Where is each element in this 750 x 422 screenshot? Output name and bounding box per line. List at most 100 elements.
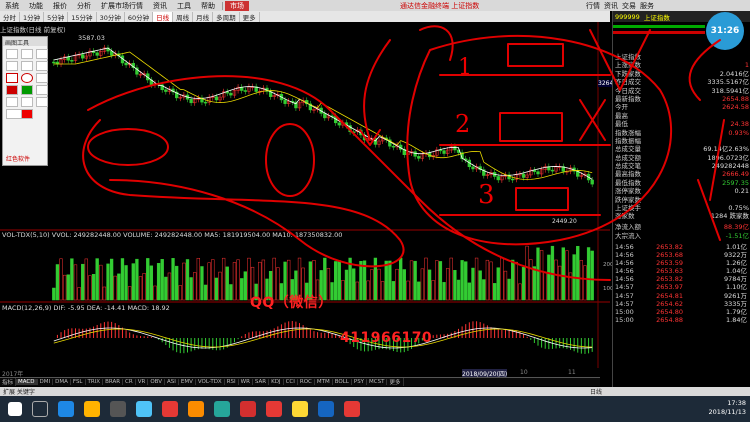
period-monthly[interactable]: 月线 xyxy=(193,11,214,22)
kline-chart[interactable] xyxy=(0,22,610,368)
photos-icon[interactable] xyxy=(136,401,152,417)
indicator-tab[interactable]: 更多 xyxy=(387,378,404,386)
color-swatch[interactable] xyxy=(21,109,33,119)
indicator-tab[interactable]: TRIX xyxy=(86,379,104,385)
parallel-tool[interactable] xyxy=(6,61,18,71)
volume-bar xyxy=(52,287,56,301)
hide-tool[interactable] xyxy=(36,97,48,107)
indicator-tab[interactable]: ASI xyxy=(165,379,179,385)
menu-item-news[interactable]: 资讯 xyxy=(148,1,172,11)
volume-bar xyxy=(417,281,421,301)
system-tray[interactable]: 17:38 2018/11/13 xyxy=(709,399,746,417)
fib-tool[interactable] xyxy=(36,85,48,95)
ellipse-tool[interactable] xyxy=(21,73,33,83)
period-5min[interactable]: 5分钟 xyxy=(44,11,69,22)
menu-item-function[interactable]: 功能 xyxy=(24,1,48,11)
indicator-tab[interactable]: DMA xyxy=(53,379,71,385)
menu-item-tools[interactable]: 工具 xyxy=(172,1,196,11)
folder-icon[interactable] xyxy=(84,401,100,417)
menu-item-quote[interactable]: 报价 xyxy=(48,1,72,11)
indicator-tab[interactable]: VR xyxy=(136,379,149,385)
indicator-tab[interactable]: CR xyxy=(123,379,136,385)
index-code: 999999 xyxy=(615,12,640,21)
trade-row: 14:56 2653.68 9322万 xyxy=(615,251,749,259)
app-red2-icon[interactable] xyxy=(344,401,360,417)
app-red-icon[interactable] xyxy=(162,401,178,417)
low-price-label: 2449.20 xyxy=(552,218,577,225)
indicator-tab[interactable]: RSI xyxy=(225,379,239,385)
volume-bar xyxy=(586,247,591,301)
rect-tool[interactable] xyxy=(6,73,18,83)
service-tab-link[interactable]: 服务 xyxy=(640,1,654,11)
period-weekly[interactable]: 周线 xyxy=(173,11,194,22)
indicator-tab[interactable]: DMI xyxy=(38,379,54,385)
stat-value: 0.93% xyxy=(728,128,749,137)
trade-tab-link[interactable]: 交易 xyxy=(622,1,636,11)
period-60min[interactable]: 60分钟 xyxy=(125,11,154,22)
menu-item-help[interactable]: 帮助 xyxy=(196,1,220,11)
period-15min[interactable]: 15分钟 xyxy=(68,11,97,22)
up-arrow-tool[interactable] xyxy=(6,85,18,95)
volume-bar xyxy=(55,264,60,301)
app-yellow-icon[interactable] xyxy=(292,401,308,417)
indicator-tab[interactable]: BRAR xyxy=(103,379,124,385)
menu-item-extended-market[interactable]: 扩展市场行情 xyxy=(96,1,148,11)
indicator-tab[interactable]: PSY xyxy=(352,379,368,385)
indicator-tab[interactable]: OBV xyxy=(148,379,166,385)
period-intraday[interactable]: 分时 xyxy=(0,11,20,22)
period-30min[interactable]: 30分钟 xyxy=(97,11,125,22)
down-arrow-tool[interactable] xyxy=(21,85,33,95)
stat-row: 最新指数 2654.88 xyxy=(615,95,749,103)
volume-bar xyxy=(164,276,168,301)
period-1min[interactable]: 1分钟 xyxy=(20,11,45,22)
quote-tab-link[interactable]: 行情 xyxy=(586,1,600,11)
indicator-tab[interactable]: KDJ xyxy=(269,379,284,385)
volume-bar xyxy=(91,274,96,301)
text-tool[interactable] xyxy=(36,73,48,83)
indicator-tab[interactable]: WR xyxy=(239,379,253,385)
start-icon[interactable] xyxy=(8,402,22,416)
period-daily[interactable]: 日线 xyxy=(153,11,174,22)
indicator-tab[interactable]: FSL xyxy=(71,379,86,385)
edge-icon[interactable] xyxy=(58,401,74,417)
app-orange-icon[interactable] xyxy=(188,401,204,417)
line-width-select[interactable] xyxy=(6,109,22,119)
task-view-icon[interactable] xyxy=(32,401,48,417)
candle-body xyxy=(453,146,457,151)
ray-tool[interactable] xyxy=(21,49,33,59)
pen-tool[interactable] xyxy=(36,61,48,71)
period-more[interactable]: 更多 xyxy=(240,11,260,22)
stat-label: 昨日成交 xyxy=(615,78,641,87)
indicator-tab[interactable]: SAR xyxy=(253,379,270,385)
trade-cell-p: 2654.81 xyxy=(656,291,683,300)
store-icon[interactable] xyxy=(110,401,126,417)
delete-tool[interactable] xyxy=(21,97,33,107)
app-teal-icon[interactable] xyxy=(214,401,230,417)
arrow-tool[interactable] xyxy=(21,61,33,71)
indicator-tab[interactable]: CCI xyxy=(284,379,298,385)
indicator-tab[interactable]: MTM xyxy=(315,379,333,385)
indicator-tab[interactable]: BOLL xyxy=(333,379,352,385)
indicator-tab[interactable]: EMV xyxy=(179,379,196,385)
segment-tool[interactable] xyxy=(36,49,48,59)
menu-item-analysis[interactable]: 分析 xyxy=(72,1,96,11)
menu-item-system[interactable]: 系统 xyxy=(0,1,24,11)
indicator-tab[interactable]: 指标 xyxy=(0,378,17,386)
indicator-tab[interactable]: ROC xyxy=(298,379,315,385)
period-multi[interactable]: 多周期 xyxy=(213,11,240,22)
app-browser-icon[interactable] xyxy=(240,401,256,417)
indicator-tab[interactable]: MACD xyxy=(16,379,38,385)
volume-bar xyxy=(203,284,208,301)
candle-body xyxy=(496,176,500,181)
market-tab[interactable]: 市场 xyxy=(225,0,249,11)
indicator-tab[interactable]: VOL-TDX xyxy=(196,379,225,385)
trade-cell-p: 2653.68 xyxy=(656,251,683,260)
word-icon[interactable] xyxy=(318,401,334,417)
date-label-nov: 11 xyxy=(568,369,576,376)
news-tab-link[interactable]: 资讯 xyxy=(604,1,618,11)
save-tool[interactable] xyxy=(6,97,18,107)
indicator-tab[interactable]: MCST xyxy=(367,379,388,385)
volume-bar xyxy=(146,258,150,301)
tdx-icon[interactable] xyxy=(266,401,282,417)
line-tool[interactable] xyxy=(6,49,18,59)
